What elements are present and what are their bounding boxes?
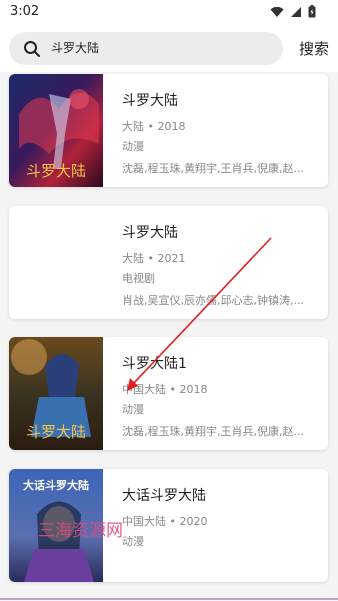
result-cast: 沈磊,程玉珠,黄翔宇,王肖兵,倪康,赵... — [122, 425, 304, 438]
poster-title-3: 斗罗大陆 — [26, 423, 86, 441]
poster-title-1: 斗罗大陆 — [26, 162, 86, 180]
poster-image-2 — [9, 206, 103, 319]
search-icon — [24, 41, 40, 57]
result-meta: 大陆 • 2021 — [122, 252, 186, 265]
result-card-2[interactable]: 斗罗大陆 大陆 • 2021 电视剧 肖战,吴宣仪,辰亦儒,邱心志,钟镇涛,..… — [9, 206, 328, 319]
poster-title-4: 大话斗罗大陆 — [23, 478, 89, 492]
result-card-1[interactable]: 斗罗大陆 斗罗大陆 大陆 • 2018 动漫 沈磊,程玉珠,黄翔宇,王肖兵,倪康… — [9, 74, 328, 187]
battery-icon — [308, 5, 316, 18]
search-input[interactable] — [51, 32, 271, 65]
result-genre: 动漫 — [122, 140, 144, 153]
result-title: 斗罗大陆1 — [122, 356, 187, 372]
cellular-signal-icon — [291, 6, 301, 17]
result-card-3[interactable]: 斗罗大陆 斗罗大陆1 中国大陆 • 2018 动漫 沈磊,程玉珠,黄翔宇,王肖兵… — [9, 337, 328, 450]
search-button[interactable]: 搜索 — [299, 38, 329, 59]
status-bar: 3:02 — [0, 0, 338, 26]
result-title: 斗罗大陆 — [122, 225, 178, 241]
poster-image-3: 斗罗大陆 — [9, 337, 103, 450]
result-meta: 中国大陆 • 2018 — [122, 383, 208, 396]
result-cast: 沈磊,程玉珠,黄翔宇,王肖兵,倪康,赵... — [122, 162, 304, 175]
bottom-divider — [0, 598, 338, 600]
result-title: 大话斗罗大陆 — [122, 488, 206, 504]
result-genre: 电视剧 — [122, 272, 155, 285]
wifi-icon — [270, 6, 284, 17]
result-meta: 中国大陆 • 2020 — [122, 515, 208, 528]
search-bar: 搜索 — [0, 26, 338, 72]
status-time: 3:02 — [10, 4, 40, 19]
result-genre: 动漫 — [122, 403, 144, 416]
status-icons — [270, 5, 316, 18]
search-box[interactable] — [9, 32, 283, 65]
watermark-text: 三海资源网 — [38, 521, 123, 541]
result-cast: 肖战,吴宣仪,辰亦儒,邱心志,钟镇涛,... — [122, 294, 304, 307]
poster-image-1: 斗罗大陆 — [9, 74, 103, 187]
result-meta: 大陆 • 2018 — [122, 120, 186, 133]
result-genre: 动漫 — [122, 535, 144, 548]
result-title: 斗罗大陆 — [122, 93, 178, 109]
